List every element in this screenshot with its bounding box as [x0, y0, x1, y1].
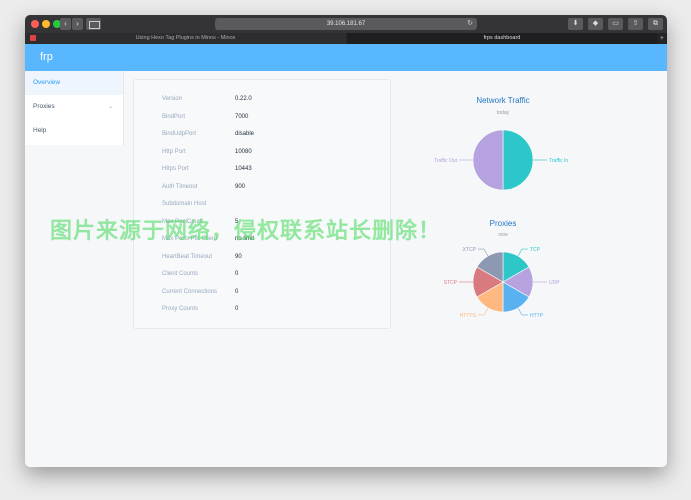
slice-label-line [517, 307, 528, 316]
back-arrow-icon[interactable]: ‹ [60, 18, 71, 30]
menu-item-proxies[interactable]: Proxies ⌄ [25, 95, 123, 119]
slice-label: STCP [444, 280, 458, 286]
slice-label: Traffic Out [434, 158, 458, 164]
tab-label: Using Hexo Tag Plugins in Minos - Minos [135, 35, 236, 41]
info-row: Proxy Counts 0 [134, 304, 390, 314]
info-row: Version 0.22.0 [134, 94, 390, 104]
chevron-down-icon: ⌄ [107, 104, 113, 110]
chart-title: Proxies [490, 219, 517, 228]
info-key: BindPort [162, 113, 186, 120]
slice-label-line [478, 248, 489, 257]
chart-title: Network Traffic [476, 96, 529, 105]
info-value: 10443 [235, 166, 252, 172]
tab-bar: Using Hexo Tag Plugins in Minos - Minos … [25, 33, 667, 44]
info-value: disable [235, 131, 255, 137]
info-row: BindPort 7000 [134, 112, 390, 122]
info-key: Subdomain Host [162, 201, 207, 207]
slice-label: HTTPS [460, 313, 477, 319]
brand-logo[interactable]: frp [40, 51, 53, 63]
minimize-window-button[interactable] [42, 20, 50, 28]
info-row: Subdomain Host [134, 199, 390, 209]
extension-icon[interactable]: ◆ [588, 18, 603, 30]
menu-item-label: Proxies [33, 103, 55, 110]
reading-list-icon[interactable]: ▭ [608, 18, 623, 30]
menu-item-help[interactable]: Help [25, 119, 123, 143]
gmail-favicon-icon [30, 35, 36, 41]
info-key: BindUdpPort [162, 131, 197, 137]
charts-svg: Network Traffic today Traffic In Traffic Ou… [434, 96, 568, 319]
download-icon[interactable]: ⬇ [568, 18, 583, 30]
info-value: 10080 [235, 148, 252, 155]
new-tab-button[interactable]: + [660, 33, 664, 44]
info-value: 0.22.0 [235, 96, 252, 102]
slice-label: Traffic In [549, 158, 568, 164]
info-key: Auth Timeout [162, 183, 198, 190]
info-row: BindUdpPort disable [134, 129, 390, 139]
side-menu: Overview Proxies ⌄ Help [25, 71, 124, 145]
address-bar[interactable]: 39.106.181.67 ↻ [215, 18, 477, 30]
slice-label: XTCP [463, 247, 477, 253]
menu-item-overview[interactable]: Overview [25, 71, 123, 95]
pie-slice[interactable] [472, 129, 504, 191]
info-key: Http Port [162, 148, 186, 155]
pie-slice[interactable] [502, 129, 534, 191]
tab-frps-dashboard[interactable]: frps dashboard [347, 33, 657, 44]
slice-label: HTTP [530, 313, 544, 319]
forward-arrow-icon[interactable]: › [72, 18, 83, 30]
menu-item-label: Help [33, 127, 47, 134]
info-row: Https Port 10443 [134, 164, 390, 174]
slice-label-line [517, 248, 528, 257]
share-icon[interactable]: ⇧ [628, 18, 643, 30]
close-window-button[interactable] [31, 20, 39, 28]
info-value: 0 [235, 306, 239, 312]
info-key: Https Port [162, 166, 189, 172]
info-key: Client Counts [162, 271, 199, 277]
reload-icon[interactable]: ↻ [467, 18, 473, 30]
info-row: Client Counts 0 [134, 269, 390, 279]
slice-label-line [478, 307, 489, 316]
info-value: 900 [235, 183, 246, 190]
tab-label: frps dashboard [483, 35, 521, 41]
chart-subtitle: today [497, 110, 510, 116]
tab-minos[interactable]: Using Hexo Tag Plugins in Minos - Minos [25, 33, 346, 44]
chart-subtitle: now [498, 232, 508, 238]
server-info-card: Version 0.22.0 BindPort 7000 BindUdpPort disa… [133, 79, 391, 329]
slice-label: UDP [549, 280, 560, 286]
menu-item-label: Overview [33, 79, 61, 86]
info-row: Http Port 10080 [134, 147, 390, 157]
watermark: 图片来源于网络，侵权联系站长删除！ [50, 219, 442, 244]
address-bar-url: 39.106.181.67 [326, 21, 366, 27]
info-row: Current Connections 0 [134, 287, 390, 297]
tab-overview-icon[interactable]: ⧉ [648, 18, 663, 30]
info-value: 90 [235, 253, 242, 260]
info-key: Proxy Counts [162, 306, 199, 312]
browser-toolbar: ‹ › 39.106.181.67 ↻ ⬇ ◆ ▭ ⇧ ⧉ [25, 15, 667, 33]
info-row: HeartBeat Timeout 90 [134, 252, 390, 262]
info-key: Version [162, 96, 183, 102]
app-header: frp [25, 44, 667, 71]
info-value: 7000 [235, 113, 249, 120]
info-key: HeartBeat Timeout [162, 253, 213, 260]
info-row: Auth Timeout 900 [134, 182, 390, 192]
info-value: 0 [235, 271, 239, 277]
slice-label: TCP [530, 247, 541, 253]
info-key: Current Connections [162, 288, 218, 295]
info-value: 0 [235, 288, 239, 295]
sidebar-toggle-icon[interactable] [86, 18, 101, 30]
